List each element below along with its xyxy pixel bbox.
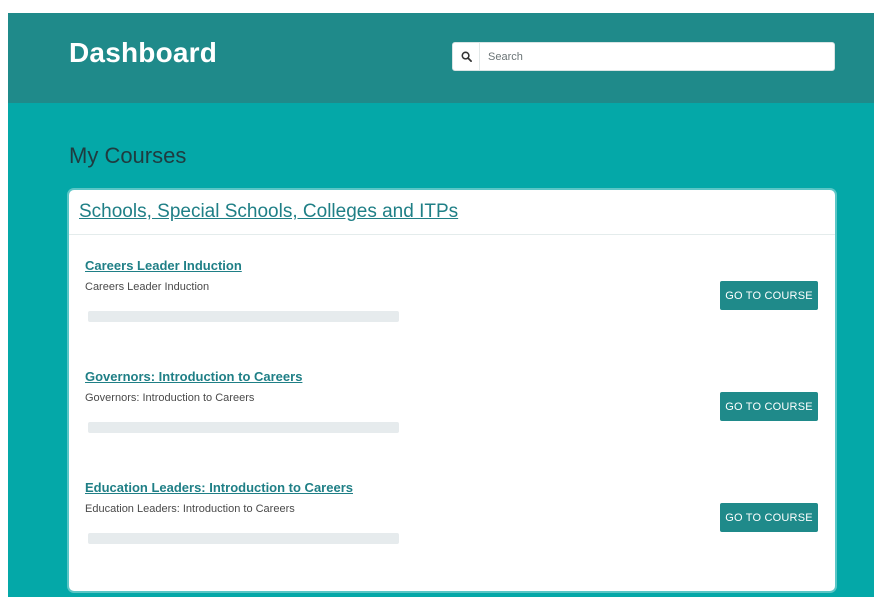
course-progress-bar [88,422,399,433]
course-description: Governors: Introduction to Careers [85,392,255,404]
category-title-link[interactable]: Schools, Special Schools, Colleges and I… [79,201,458,223]
course-description: Education Leaders: Introduction to Caree… [85,503,295,515]
course-title-link[interactable]: Careers Leader Induction [85,258,242,273]
course-item-careers-leader-induction: Careers Leader Induction Careers Leader … [69,258,835,358]
course-description: Careers Leader Induction [85,281,210,293]
section-title: My Courses [69,143,187,168]
app-frame: Dashboard My Courses Schools, Special Sc… [8,13,874,597]
courses-panel: Schools, Special Schools, Colleges and I… [69,190,835,591]
search-box[interactable] [452,42,835,71]
page-title: Dashboard [69,37,218,68]
course-title-link[interactable]: Governors: Introduction to Careers [85,369,302,384]
top-header: Dashboard [8,13,874,103]
go-to-course-button[interactable]: GO TO COURSE [720,392,818,421]
course-progress-bar [88,311,399,322]
category-header: Schools, Special Schools, Colleges and I… [69,190,835,235]
course-title-link[interactable]: Education Leaders: Introduction to Caree… [85,480,353,495]
search-icon[interactable] [453,43,480,70]
course-item-governors-introduction: Governors: Introduction to Careers Gover… [69,369,835,469]
go-to-course-button[interactable]: GO TO COURSE [720,281,818,310]
course-item-education-leaders-introduction: Education Leaders: Introduction to Caree… [69,480,835,580]
search-input[interactable] [480,43,834,70]
go-to-course-button[interactable]: GO TO COURSE [720,503,818,532]
course-progress-bar [88,533,399,544]
